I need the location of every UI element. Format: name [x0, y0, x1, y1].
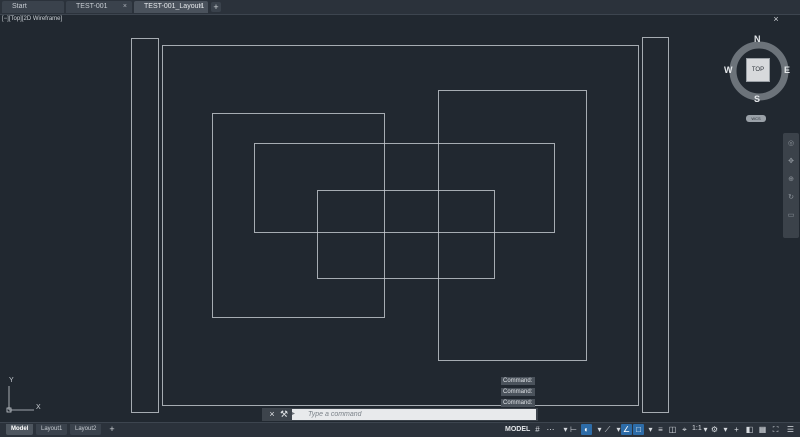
ortho-icon[interactable]: ⊢ — [568, 424, 579, 435]
wrench-icon[interactable]: ⚒ — [279, 409, 289, 420]
dropdown-chevron-icon[interactable]: ▾ — [720, 424, 731, 435]
command-history-line: Command: — [501, 399, 535, 407]
hardware-acceleration-icon[interactable]: ▦ — [757, 424, 768, 435]
left-square-rect[interactable] — [212, 113, 385, 318]
plus-icon[interactable]: + — [731, 424, 742, 435]
ucs-y-label: Y — [9, 377, 14, 384]
status-bar: Model Layout1 Layout2 + MODEL # ⋯ ▾ ⊢ ◐ … — [0, 422, 800, 437]
layout-tab-layout2[interactable]: Layout2 — [70, 424, 102, 435]
pan-icon[interactable]: ✥ — [786, 157, 796, 167]
isodraft-icon[interactable]: ⟋ — [602, 424, 613, 435]
showmotion-icon[interactable]: ▭ — [786, 211, 796, 221]
compass-north[interactable]: N — [754, 34, 761, 44]
gear-icon[interactable]: ⚙ — [709, 424, 720, 435]
object-snap-icon[interactable]: □ — [633, 424, 644, 435]
close-icon[interactable]: × — [267, 409, 277, 420]
isolate-objects-icon[interactable]: ◧ — [744, 424, 755, 435]
drawing-canvas[interactable] — [0, 0, 800, 436]
layout-tab-model[interactable]: Model — [6, 424, 34, 435]
orbit-icon[interactable]: ↻ — [786, 193, 796, 203]
object-snap-tracking-icon[interactable]: ∠ — [621, 424, 632, 435]
wcs-menu-button[interactable]: WCS — [746, 115, 766, 122]
compass-east[interactable]: E — [784, 65, 790, 75]
clean-screen-icon[interactable]: ⛶ — [770, 424, 781, 435]
ucs-icon — [6, 386, 34, 413]
viewcube-top-face[interactable]: TOP — [746, 58, 770, 82]
new-layout-button[interactable]: + — [107, 424, 117, 434]
command-history-line: Command: — [501, 388, 535, 396]
layout-tab-layout1[interactable]: Layout1 — [36, 424, 68, 435]
zoom-extents-icon[interactable]: ⊕ — [786, 175, 796, 185]
menu-icon[interactable]: ☰ — [785, 424, 796, 435]
lineweight-icon[interactable]: ≡ — [655, 424, 666, 435]
compass-west[interactable]: W — [724, 65, 733, 75]
viewcube[interactable]: TOP N S E W — [722, 34, 796, 108]
outer-frame-rect[interactable] — [162, 45, 639, 406]
navigation-bar: ◎ ✥ ⊕ ↻ ▭ — [783, 133, 799, 238]
polar-tracking-icon[interactable]: ◐ — [581, 424, 592, 435]
model-space-button[interactable]: MODEL — [505, 425, 530, 435]
wide-middle-rect[interactable] — [254, 143, 555, 233]
inner-center-rect[interactable] — [317, 190, 495, 279]
command-line: × ⚒ — [262, 408, 538, 421]
selection-cycling-icon[interactable]: ⌖ — [679, 424, 690, 435]
compass-south[interactable]: S — [754, 94, 760, 104]
command-input[interactable] — [292, 409, 536, 420]
left-column-rect[interactable] — [131, 38, 159, 413]
command-prompt-icon: ▸ — [292, 411, 296, 417]
snap-icon[interactable]: ⋯ — [545, 424, 556, 435]
command-history-line: Command: — [501, 377, 535, 385]
transparency-icon[interactable]: ◫ — [667, 424, 678, 435]
right-tall-rect[interactable] — [438, 90, 587, 361]
right-column-rect[interactable] — [642, 37, 669, 413]
steering-wheel-icon[interactable]: ◎ — [786, 139, 796, 149]
ucs-x-label: X — [36, 404, 41, 411]
grid-icon[interactable]: # — [532, 424, 543, 435]
